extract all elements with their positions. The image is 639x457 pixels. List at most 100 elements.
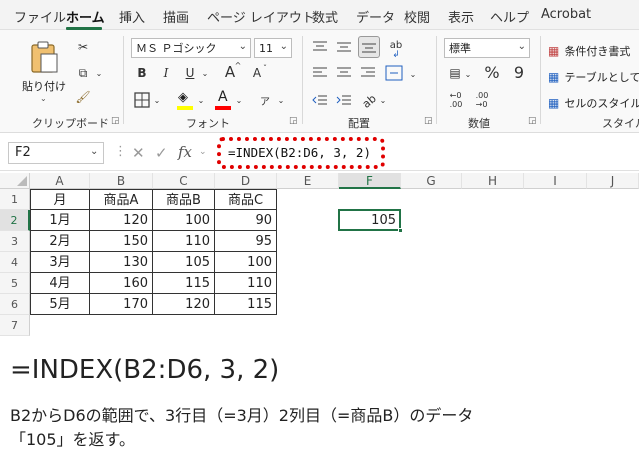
merge-center-icon[interactable]: [385, 65, 403, 81]
table-cell[interactable]: 1月: [30, 210, 90, 231]
column-header-e[interactable]: E: [277, 173, 339, 189]
column-header-g[interactable]: G: [401, 173, 462, 189]
copy-icon[interactable]: ⧉: [74, 64, 92, 82]
dialog-launcher-icon[interactable]: ◲: [111, 116, 120, 126]
table-cell[interactable]: 100: [215, 252, 277, 273]
percent-style-button[interactable]: %: [482, 62, 502, 82]
borders-icon[interactable]: [134, 92, 150, 108]
insert-function-icon[interactable]: fx: [178, 143, 192, 161]
table-cell[interactable]: 130: [90, 252, 153, 273]
number-format-select[interactable]: 標準 ⌄: [444, 38, 530, 58]
decrease-decimal-icon[interactable]: .00 →0: [472, 90, 492, 110]
format-painter-icon[interactable]: 🖌: [74, 88, 92, 106]
table-cell[interactable]: 170: [90, 294, 153, 315]
decrease-indent-icon[interactable]: [312, 94, 328, 108]
more-options-icon[interactable]: ⋮: [114, 144, 127, 159]
font-name-select[interactable]: ＭＳ Ｐゴシック ⌄: [131, 38, 251, 58]
menu-formulas[interactable]: 数式: [312, 7, 338, 26]
table-cell[interactable]: 5月: [30, 294, 90, 315]
row-header-7[interactable]: 7: [0, 315, 30, 336]
select-all-corner[interactable]: [0, 173, 30, 189]
increase-decimal-icon[interactable]: ←0.00: [446, 90, 466, 110]
menu-home[interactable]: ホーム: [66, 7, 105, 26]
font-size-select[interactable]: 11 ⌄: [254, 38, 292, 58]
column-header-i[interactable]: I: [524, 173, 587, 189]
table-cell[interactable]: 150: [90, 231, 153, 252]
cut-icon[interactable]: ✂: [74, 38, 92, 56]
menu-review[interactable]: 校閲: [404, 7, 430, 26]
column-header-a[interactable]: A: [30, 173, 90, 189]
chevron-down-icon[interactable]: ⌄: [234, 92, 244, 108]
chevron-down-icon[interactable]: ⌄: [408, 66, 418, 82]
table-cell[interactable]: 105: [153, 252, 215, 273]
font-color-button[interactable]: A: [214, 89, 232, 110]
worksheet-grid[interactable]: ABCDEFGHIJ 1234567 月商品A 商品B 商品C 1月 120 100 90 2…: [0, 173, 639, 336]
align-left-icon[interactable]: [312, 66, 328, 80]
italic-button[interactable]: I: [158, 64, 174, 82]
column-header-d[interactable]: D: [215, 173, 277, 189]
row-header-1[interactable]: 1: [0, 189, 30, 210]
underline-button[interactable]: U: [182, 64, 198, 82]
table-cell[interactable]: 110: [153, 231, 215, 252]
menu-file[interactable]: ファイル: [14, 7, 66, 26]
column-header-f[interactable]: F: [339, 173, 401, 189]
menu-insert[interactable]: 挿入: [119, 7, 145, 26]
row-header-6[interactable]: 6: [0, 294, 30, 315]
fill-color-button[interactable]: ◈: [176, 90, 194, 110]
align-right-icon[interactable]: [360, 66, 376, 80]
column-header-c[interactable]: C: [153, 173, 215, 189]
dialog-launcher-icon[interactable]: ◲: [528, 116, 537, 126]
dialog-launcher-icon[interactable]: ◲: [289, 116, 298, 126]
column-header-b[interactable]: B: [90, 173, 153, 189]
chevron-down-icon[interactable]: ⌄: [199, 147, 207, 157]
table-cell[interactable]: 110: [215, 273, 277, 294]
table-cell[interactable]: 95: [215, 231, 277, 252]
chevron-down-icon[interactable]: ⌄: [464, 66, 472, 82]
enter-icon[interactable]: ✓: [155, 144, 168, 162]
table-cell[interactable]: 115: [153, 273, 215, 294]
chevron-down-icon[interactable]: ⌄: [90, 146, 98, 157]
row-header-3[interactable]: 3: [0, 231, 30, 252]
table-cell[interactable]: 115: [215, 294, 277, 315]
align-top-icon[interactable]: [312, 40, 328, 54]
comma-style-button[interactable]: 9: [510, 62, 528, 82]
table-cell[interactable]: 3月: [30, 252, 90, 273]
align-center-icon[interactable]: [336, 66, 352, 80]
table-cell[interactable]: 4月: [30, 273, 90, 294]
format-as-table-button[interactable]: ▦ テーブルとして: [548, 66, 639, 84]
fill-handle[interactable]: [398, 228, 403, 233]
cell-styles-button[interactable]: ▦ セルのスタイル: [548, 92, 639, 110]
conditional-formatting-button[interactable]: ▦ 条件付き書式: [548, 40, 639, 58]
row-header-5[interactable]: 5: [0, 273, 30, 294]
cancel-icon[interactable]: ✕: [132, 144, 145, 162]
table-cell[interactable]: 120: [90, 210, 153, 231]
table-cell[interactable]: 90: [215, 210, 277, 231]
chevron-down-icon[interactable]: ⌄: [94, 64, 104, 82]
menu-acrobat[interactable]: Acrobat: [541, 7, 591, 22]
align-middle-icon[interactable]: [336, 40, 352, 54]
table-header-cell[interactable]: 商品B: [153, 189, 215, 210]
table-header-cell[interactable]: 商品C: [215, 189, 277, 210]
chevron-down-icon[interactable]: ⌄: [152, 92, 162, 108]
chevron-down-icon[interactable]: ⌄: [200, 64, 210, 82]
chevron-down-icon[interactable]: ⌄: [196, 92, 206, 108]
dialog-launcher-icon[interactable]: ◲: [424, 116, 433, 126]
paste-button[interactable]: 貼り付け ⌄: [22, 40, 66, 103]
menu-view[interactable]: 表示: [448, 7, 474, 26]
menu-help[interactable]: ヘルプ: [490, 7, 529, 26]
phonetic-guide-icon[interactable]: ア: [256, 90, 274, 110]
table-cell[interactable]: 2月: [30, 231, 90, 252]
row-header-4[interactable]: 4: [0, 252, 30, 273]
bold-button[interactable]: B: [134, 64, 150, 82]
accounting-format-icon[interactable]: ▤: [446, 64, 464, 82]
table-header-cell[interactable]: 商品A: [90, 189, 153, 210]
align-bottom-button[interactable]: [358, 36, 380, 58]
chevron-down-icon[interactable]: ⌄: [276, 92, 286, 108]
increase-indent-icon[interactable]: [336, 94, 352, 108]
table-cell[interactable]: 160: [90, 273, 153, 294]
table-header-cell[interactable]: 月: [30, 189, 90, 210]
table-cell[interactable]: 100: [153, 210, 215, 231]
table-cell[interactable]: 120: [153, 294, 215, 315]
row-header-2[interactable]: 2: [0, 210, 30, 231]
menu-page-layout[interactable]: ページ レイアウト: [207, 7, 315, 26]
